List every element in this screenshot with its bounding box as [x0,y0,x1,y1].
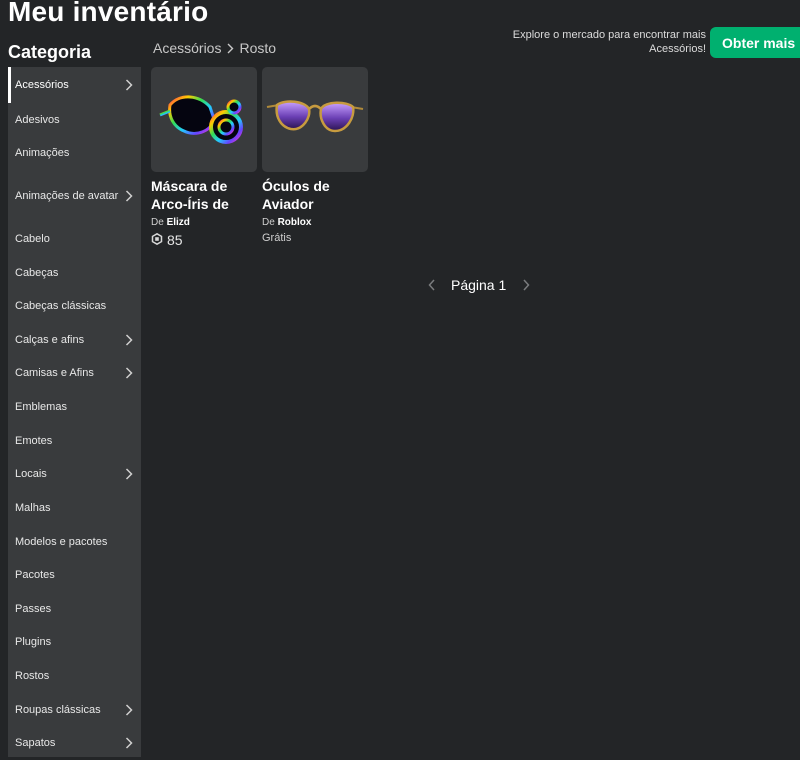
item-thumbnail-aviator-glasses[interactable] [262,67,368,172]
sidebar-item-label: Cabeças clássicas [15,300,107,312]
item-price: Grátis [262,232,292,244]
sidebar-item-label: Calças e afins [15,333,85,346]
chevron-right-icon [123,79,135,91]
sidebar-item-calcas-e-afins[interactable]: Calças e afins [8,323,141,356]
sidebar-item-cabecas[interactable]: Cabeças [8,256,141,289]
chevron-right-icon [123,189,135,202]
sidebar-item-adesivos[interactable]: Adesivos [8,103,141,136]
pagination: Página 1 [425,277,532,293]
sidebar-item-label: Modelos e pacotes [15,535,108,548]
sidebar-item-emotes[interactable]: Emotes [8,424,141,457]
item-name[interactable]: Óculos de Aviador [262,177,368,213]
sidebar-item-label: Pacotes [15,569,55,581]
sidebar-item-cabecas-classicas[interactable]: Cabeças clássicas [8,289,141,323]
item-name[interactable]: Máscara de Arco-Íris de [151,177,257,213]
sidebar-item-pacotes[interactable]: Pacotes [8,558,141,592]
sidebar-item-label: Roupas clássicas [15,703,101,716]
sidebar-item-plugins[interactable]: Plugins [8,625,141,659]
sidebar-item-label: Emotes [15,434,53,447]
sidebar-item-cabelo[interactable]: Cabelo [8,221,141,256]
item-price: 85 [151,232,257,248]
sidebar-item-rostos[interactable]: Rostos [8,659,141,693]
sidebar-item-label: Cabeças [15,266,59,279]
creator-prefix: De [262,217,275,228]
category-sidebar: Acessórios Adesivos Animações Animações … [8,67,141,757]
next-page-button[interactable] [520,278,532,292]
sidebar-item-malhas[interactable]: Malhas [8,491,141,525]
sidebar-item-camisas-e-afins[interactable]: Camisas e Afins [8,356,141,390]
sidebar-item-label: Sapatos [15,737,56,749]
previous-page-button[interactable] [425,278,437,292]
get-more-button[interactable]: Obter mais [710,27,800,58]
sidebar-item-label: Rostos [15,670,50,682]
category-heading: Categoria [8,42,92,62]
creator-link[interactable]: Elizd [167,217,190,228]
sidebar-item-label: Cabelo [15,232,50,245]
sidebar-item-animacoes[interactable]: Animações [8,136,141,170]
sidebar-item-label: Malhas [15,502,51,514]
sidebar-item-label: Animações [15,147,70,159]
sidebar-item-acessorios[interactable]: Acessórios [8,67,141,103]
chevron-right-icon [123,468,135,480]
breadcrumb-current: Rosto [239,40,277,56]
price-value: 85 [167,232,183,248]
item-card[interactable]: Máscara de Arco-Íris de De Elizd 85 [151,67,257,248]
sidebar-item-modelos-e-pacotes[interactable]: Modelos e pacotes [8,525,141,558]
sidebar-item-emblemas[interactable]: Emblemas [8,390,141,424]
breadcrumb-parent-link[interactable]: Acessórios [153,40,221,56]
chevron-right-icon [123,737,135,749]
sidebar-item-label: Plugins [15,636,52,648]
item-thumbnail-rainbow-mask[interactable] [151,67,257,172]
sidebar-item-label: Emblemas [15,401,67,413]
page-label: Página 1 [451,277,507,293]
sidebar-item-sapatos[interactable]: Sapatos [8,726,141,760]
chevron-right-icon [123,703,135,716]
breadcrumb: Acessórios Rosto [153,40,276,56]
creator-link[interactable]: Roblox [278,217,312,228]
page-title: Meu inventário [8,0,209,27]
item-creator: De Elizd [151,217,257,228]
chevron-right-icon [225,42,235,54]
item-card[interactable]: Óculos de Aviador De Roblox Grátis [262,67,368,244]
sidebar-item-label: Adesivos [15,113,60,126]
chevron-right-icon [123,333,135,346]
sidebar-item-animacoes-de-avatar[interactable]: Animações de avatar [8,170,141,221]
sidebar-item-passes[interactable]: Passes [8,592,141,625]
sidebar-item-label: Camisas e Afins [15,367,94,379]
sidebar-item-label: Passes [15,602,52,615]
sidebar-item-label: Acessórios [15,79,69,91]
robux-icon [151,232,163,248]
sidebar-item-locais[interactable]: Locais [8,457,141,491]
sidebar-item-roupas-classicas[interactable]: Roupas clássicas [8,693,141,726]
item-creator: De Roblox [262,217,368,228]
chevron-right-icon [123,367,135,379]
creator-prefix: De [151,217,164,228]
sidebar-item-label: Locais [15,468,47,480]
sidebar-item-label: Animações de avatar [15,189,119,202]
promo-text: Explore o mercado para encontrar mais Ac… [512,29,706,55]
